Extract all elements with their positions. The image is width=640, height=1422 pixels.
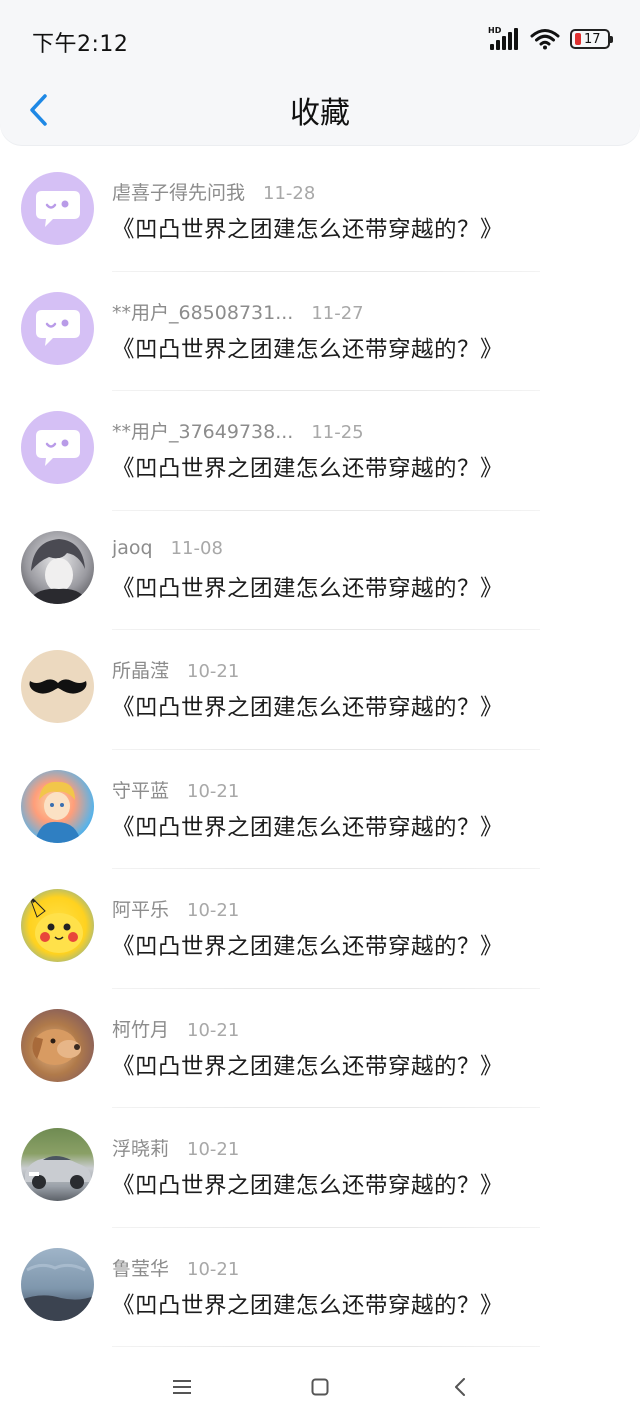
pikachu-icon (28, 894, 83, 953)
avatar[interactable] (21, 172, 94, 245)
car-photo-icon (25, 1156, 91, 1189)
top-bar: 下午2:12 HD 17 收藏 (0, 0, 640, 145)
user-name[interactable]: 虐喜子得先问我 (112, 178, 245, 205)
item-meta: 虐喜子得先问我 11-28 (112, 178, 315, 205)
item-meta: **用户_68508731... 11-27 (112, 298, 364, 325)
user-name[interactable]: 浮晓莉 (112, 1134, 169, 1161)
item-date: 10-21 (187, 780, 240, 802)
home-square-icon (311, 1378, 329, 1396)
avatar[interactable] (21, 411, 94, 484)
avatar[interactable] (21, 889, 94, 962)
list-item[interactable]: **用户_37649738... 11-25 《凹凸世界之团建怎么还带穿越的？》 (0, 391, 640, 511)
avatar[interactable] (21, 1128, 94, 1201)
user-name[interactable]: **用户_37649738... (112, 417, 293, 444)
list-item[interactable]: 虐喜子得先问我 11-28 《凹凸世界之团建怎么还带穿越的？》 (0, 152, 640, 272)
menu-icon (173, 1380, 191, 1394)
item-date: 10-21 (187, 1019, 240, 1041)
back-arrow-icon (455, 1378, 465, 1396)
avatar[interactable] (21, 650, 94, 723)
chat-bubble-icon (35, 429, 80, 466)
wifi-icon (530, 29, 560, 50)
item-title[interactable]: 《凹凸世界之团建怎么还带穿越的？》 (112, 571, 503, 603)
network-type-label: HD (488, 26, 502, 35)
anime-portrait-icon (27, 538, 89, 604)
item-date: 11-08 (170, 537, 223, 559)
chat-bubble-icon (35, 310, 80, 346)
item-meta: 鲁莹华 10-21 (112, 1254, 239, 1281)
home-button[interactable] (300, 1372, 340, 1402)
cartoon-character-icon (35, 781, 81, 843)
user-name[interactable]: jaoq (112, 537, 153, 559)
list-item[interactable]: 鲁莹华 10-21 《凹凸世界之团建怎么还带穿越的？》 (0, 1228, 640, 1347)
user-name[interactable]: 所晶滢 (112, 656, 169, 683)
item-title[interactable]: 《凹凸世界之团建怎么还带穿越的？》 (112, 1049, 503, 1081)
divider (112, 1346, 540, 1347)
item-title[interactable]: 《凹凸世界之团建怎么还带穿越的？》 (112, 690, 503, 722)
list-item[interactable]: jaoq 11-08 《凹凸世界之团建怎么还带穿越的？》 (0, 511, 640, 630)
list-item[interactable]: 所晶滢 10-21 《凹凸世界之团建怎么还带穿越的？》 (0, 630, 640, 750)
system-navigation-bar (0, 1352, 640, 1422)
item-date: 10-21 (187, 661, 240, 682)
avatar[interactable] (21, 291, 94, 365)
menu-button[interactable] (162, 1372, 202, 1402)
item-title[interactable]: 《凹凸世界之团建怎么还带穿越的？》 (112, 451, 503, 483)
item-meta: 柯竹月 10-21 (112, 1015, 239, 1042)
item-date: 10-21 (187, 1139, 240, 1160)
item-date: 10-21 (187, 900, 240, 921)
item-title[interactable]: 《凹凸世界之团建怎么还带穿越的？》 (112, 1168, 503, 1200)
user-name[interactable]: 鲁莹华 (112, 1254, 169, 1281)
item-title[interactable]: 《凹凸世界之团建怎么还带穿越的？》 (112, 212, 503, 244)
list-item[interactable]: **用户_68508731... 11-27 《凹凸世界之团建怎么还带穿越的？》 (0, 272, 640, 391)
item-title[interactable]: 《凹凸世界之团建怎么还带穿越的？》 (112, 332, 503, 364)
item-title[interactable]: 《凹凸世界之团建怎么还带穿越的？》 (112, 810, 503, 842)
status-icons: HD 17 (488, 26, 613, 52)
avatar[interactable] (21, 1008, 94, 1082)
mustache-icon (29, 678, 86, 694)
avatar[interactable] (21, 1247, 94, 1321)
item-meta: 所晶滢 10-21 (112, 656, 239, 683)
list-item[interactable]: 阿平乐 10-21 《凹凸世界之团建怎么还带穿越的？》 (0, 869, 640, 989)
page-title: 收藏 (290, 96, 350, 131)
user-name[interactable]: 守平蓝 (112, 776, 169, 803)
chat-bubble-icon (35, 190, 80, 227)
avatar[interactable] (21, 769, 94, 843)
list-item[interactable]: 柯竹月 10-21 《凹凸世界之团建怎么还带穿越的？》 (0, 989, 640, 1108)
sky-photo-icon (21, 1263, 94, 1321)
list-item[interactable]: 浮晓莉 10-21 《凹凸世界之团建怎么还带穿越的？》 (0, 1108, 640, 1228)
back-nav-button[interactable] (440, 1372, 480, 1402)
status-time: 下午2:12 (32, 32, 129, 57)
user-name[interactable]: 阿平乐 (112, 895, 169, 922)
item-date: 11-28 (263, 183, 316, 204)
item-title[interactable]: 《凹凸世界之团建怎么还带穿越的？》 (112, 929, 503, 961)
item-date: 11-27 (311, 302, 364, 324)
battery-level: 17 (584, 31, 601, 47)
avatar[interactable] (21, 530, 94, 604)
item-meta: 守平蓝 10-21 (112, 776, 239, 803)
chevron-left-icon (30, 94, 47, 126)
user-name[interactable]: **用户_68508731... (112, 298, 293, 325)
battery-icon: 17 (570, 29, 613, 49)
item-meta: **用户_37649738... 11-25 (112, 417, 364, 444)
item-meta: jaoq 11-08 (112, 537, 223, 559)
item-date: 11-25 (311, 422, 364, 443)
item-title[interactable]: 《凹凸世界之团建怎么还带穿越的？》 (112, 1288, 503, 1320)
item-meta: 阿平乐 10-21 (112, 895, 239, 922)
back-button[interactable] (18, 88, 58, 132)
favorites-list: 虐喜子得先问我 11-28 《凹凸世界之团建怎么还带穿越的？》 **用户_685… (0, 152, 640, 1347)
cellular-signal-icon: HD (488, 26, 520, 50)
list-item[interactable]: 守平蓝 10-21 《凹凸世界之团建怎么还带穿越的？》 (0, 750, 640, 869)
item-date: 10-21 (187, 1258, 240, 1280)
user-name[interactable]: 柯竹月 (112, 1015, 169, 1042)
dog-photo-icon (32, 1028, 81, 1065)
item-meta: 浮晓莉 10-21 (112, 1134, 239, 1161)
